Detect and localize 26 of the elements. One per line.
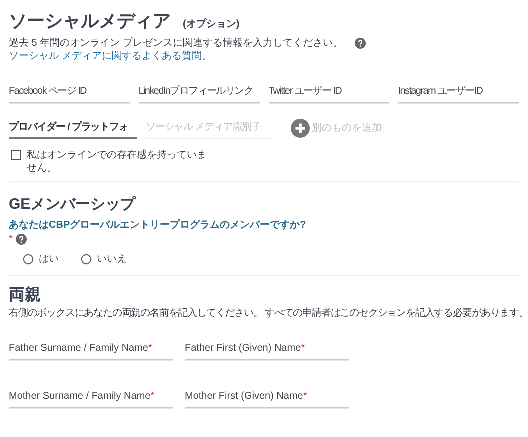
help-icon[interactable]: [16, 234, 27, 244]
question-text: あなたはCBPグローバルエントリープログラムのメンバーですか?: [9, 218, 308, 232]
help-icon[interactable]: [354, 38, 366, 49]
optional-note: (オプション): [183, 17, 240, 32]
input-field[interactable]: Mother First (Given) Name*: [185, 386, 349, 408]
provider-dropdown[interactable]: プロバイダー / プラットフォ: [9, 117, 137, 139]
description-text: 過去 5 年間のオンライン プレゼンスに関連する情報を入力してください。: [9, 37, 343, 50]
faq-link[interactable]: ソーシャル メディアに関するよくある質問。: [9, 50, 212, 63]
input-field[interactable]: Twitter ユーザー ID: [268, 81, 390, 103]
radio-option[interactable]: はい: [23, 252, 59, 266]
input-field[interactable]: Facebook ページ ID: [9, 81, 130, 103]
section-title: GEメンバーシップ: [9, 195, 138, 215]
radio-icon[interactable]: [23, 254, 34, 264]
plus-icon: [291, 118, 310, 138]
radio-option[interactable]: いいえ: [81, 252, 127, 266]
checkbox-label: 私はオンラインでの存在感を持っていません。: [27, 149, 207, 175]
section-title: 両親: [9, 285, 42, 306]
required-mark: *: [9, 232, 13, 246]
input-field[interactable]: Father Surname / Family Name*: [9, 338, 173, 360]
input-field[interactable]: Instagram ユーザーID: [398, 81, 519, 103]
radio-icon[interactable]: [81, 254, 92, 264]
input-field[interactable]: LinkedInプロフィールリンク: [138, 81, 260, 103]
checkbox[interactable]: [11, 150, 21, 160]
input-field[interactable]: Mother Surname / Family Name*: [9, 386, 173, 408]
input-field[interactable]: Father First (Given) Name*: [185, 338, 349, 360]
section-title: ソーシャルメディア: [9, 10, 171, 33]
